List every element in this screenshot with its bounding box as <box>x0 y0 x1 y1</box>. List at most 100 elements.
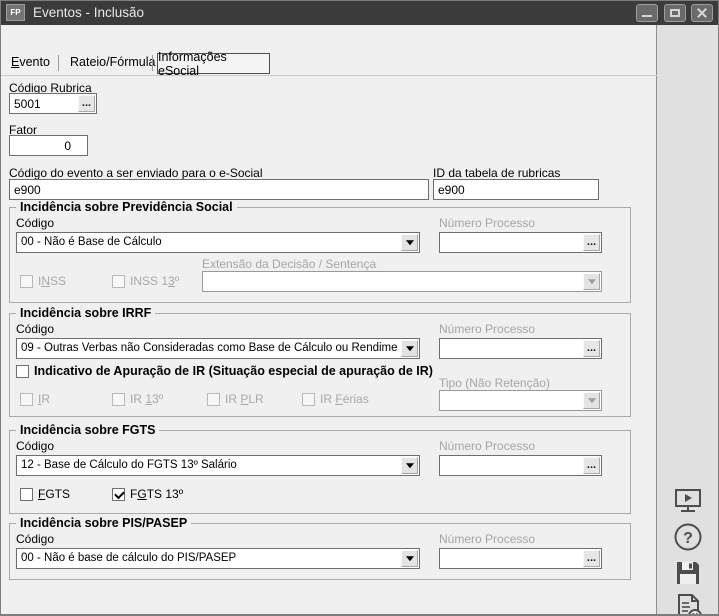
cancel-document-icon <box>672 591 706 616</box>
fgts-numero-processo-field: ... <box>439 455 602 476</box>
checkbox-label: INSS 13º <box>130 274 179 288</box>
preview-report-button[interactable] <box>672 485 704 517</box>
previdencia-numero-processo-field: ... <box>439 232 602 253</box>
checkbox-fgts[interactable]: FGTS <box>20 487 70 501</box>
tab-evento[interactable]: Evento <box>11 55 50 69</box>
fator-input[interactable] <box>9 135 88 156</box>
irrf-numero-processo-input <box>440 339 582 358</box>
app-icon: FP <box>6 4 25 21</box>
checkbox-box[interactable] <box>16 365 29 378</box>
checkbox-label: FGTS 13º <box>130 487 183 501</box>
save-button[interactable] <box>672 557 704 589</box>
codigo-rubrica-browse-button[interactable]: ... <box>78 95 95 112</box>
irrf-codigo-select[interactable]: 09 - Outras Verbas não Consideradas como… <box>16 338 420 359</box>
browse-button: ... <box>583 457 600 474</box>
group-title: Incidência sobre PIS/PASEP <box>16 516 191 530</box>
tipo-nao-retencao-select <box>439 390 602 411</box>
checkbox-ir-ferias: IR Férias <box>302 392 369 406</box>
checkbox-ir-13: IR 13º <box>112 392 163 406</box>
codigo-rubrica-input[interactable] <box>10 94 77 113</box>
checkbox-ir-plr: IR PLR <box>207 392 264 406</box>
extensao-label: Extensão da Decisão / Sentença <box>202 257 376 271</box>
checkbox-box <box>207 393 220 406</box>
checkbox-box <box>112 393 125 406</box>
minimize-button[interactable] <box>636 4 658 22</box>
checkbox-box <box>20 275 33 288</box>
checkbox-label: IR <box>38 392 50 406</box>
id-tabela-label: ID da tabela de rubricas <box>433 166 560 180</box>
checkbox-label: IR Férias <box>320 392 369 406</box>
numero-processo-label: Número Processo <box>439 439 535 453</box>
maximize-icon <box>670 9 680 17</box>
checkbox-indicativo-apuracao-ir[interactable]: Indicativo de Apuração de IR (Situação e… <box>16 364 433 378</box>
selected-value <box>207 272 579 291</box>
codigo-evento-label: Código do evento a ser enviado para o e-… <box>9 166 263 180</box>
save-icon <box>672 557 704 589</box>
maximize-button[interactable] <box>664 4 686 22</box>
tab-informacoes-esocial[interactable]: Informações eSocial <box>157 53 270 74</box>
chevron-down-icon <box>583 273 600 290</box>
group-title: Incidência sobre Previdência Social <box>16 200 237 214</box>
selected-value <box>444 391 579 410</box>
codigo-label: Código <box>16 532 54 546</box>
checkbox-inss-13: INSS 13º <box>112 274 179 288</box>
group-title: Incidência sobre FGTS <box>16 423 159 437</box>
group-irrf: Incidência sobre IRRF Código 09 - Outras… <box>9 313 631 417</box>
chevron-down-icon[interactable] <box>401 234 418 251</box>
checkbox-label: FGTS <box>38 487 70 501</box>
codigo-evento-input[interactable] <box>9 179 429 200</box>
help-button[interactable]: ? <box>672 521 704 553</box>
codigo-label: Código <box>16 216 54 230</box>
tab-separator <box>58 55 59 71</box>
minimize-icon <box>642 15 652 17</box>
chevron-down-icon[interactable] <box>401 457 418 474</box>
tab-separator <box>152 55 153 71</box>
checkbox-fgts-13[interactable]: FGTS 13º <box>112 487 183 501</box>
pis-numero-processo-field: ... <box>439 548 602 569</box>
pis-codigo-select[interactable]: 00 - Não é base de cálculo do PIS/PASEP <box>16 548 420 569</box>
selected-value: 00 - Não é base de cálculo do PIS/PASEP <box>21 549 397 568</box>
svg-text:?: ? <box>683 530 693 547</box>
browse-button: ... <box>583 340 600 357</box>
checkbox-box <box>112 275 125 288</box>
extensao-select <box>202 271 602 292</box>
checkbox-box[interactable] <box>112 488 125 501</box>
window-title: Eventos - Inclusão <box>33 1 144 25</box>
checkbox-box[interactable] <box>20 488 33 501</box>
chevron-down-icon <box>583 392 600 409</box>
help-icon: ? <box>672 521 704 553</box>
checkbox-label: IR 13º <box>130 392 163 406</box>
main-panel: Evento Rateio/Fórmula Informações eSocia… <box>1 25 657 614</box>
selected-value: 09 - Outras Verbas não Consideradas como… <box>21 339 397 358</box>
group-previdencia-social: Incidência sobre Previdência Social Códi… <box>9 207 631 303</box>
numero-processo-label: Número Processo <box>439 532 535 546</box>
checkbox-label: IR PLR <box>225 392 264 406</box>
tab-rateio-formula[interactable]: Rateio/Fórmula <box>70 55 155 69</box>
app-body: ? Event <box>1 25 718 614</box>
checkbox-box <box>20 393 33 406</box>
previdencia-codigo-select[interactable]: 00 - Não é Base de Cálculo <box>16 232 420 253</box>
previdencia-numero-processo-input <box>440 233 582 252</box>
codigo-rubrica-field[interactable]: ... <box>9 93 97 114</box>
close-button[interactable] <box>691 4 713 22</box>
chevron-down-icon[interactable] <box>401 340 418 357</box>
numero-processo-label: Número Processo <box>439 216 535 230</box>
codigo-label: Código <box>16 322 54 336</box>
tab-strip-divider <box>1 75 657 76</box>
browse-button: ... <box>583 234 600 251</box>
checkbox-ir: IR <box>20 392 50 406</box>
monitor-play-icon <box>672 485 704 517</box>
numero-processo-label: Número Processo <box>439 322 535 336</box>
id-tabela-input[interactable] <box>433 179 599 200</box>
group-title: Incidência sobre IRRF <box>16 306 155 320</box>
checkbox-box <box>302 393 315 406</box>
fgts-codigo-select[interactable]: 12 - Base de Cálculo do FGTS 13º Salário <box>16 455 420 476</box>
codigo-label: Código <box>16 439 54 453</box>
cancel-button[interactable] <box>672 591 704 616</box>
browse-button: ... <box>583 550 600 567</box>
titlebar: FP Eventos - Inclusão <box>1 1 718 25</box>
chevron-down-icon[interactable] <box>401 550 418 567</box>
eventos-inclusao-window: FP Eventos - Inclusão ? <box>0 0 719 616</box>
checkbox-label: Indicativo de Apuração de IR (Situação e… <box>34 364 433 378</box>
checkbox-label: INSS <box>38 274 66 288</box>
